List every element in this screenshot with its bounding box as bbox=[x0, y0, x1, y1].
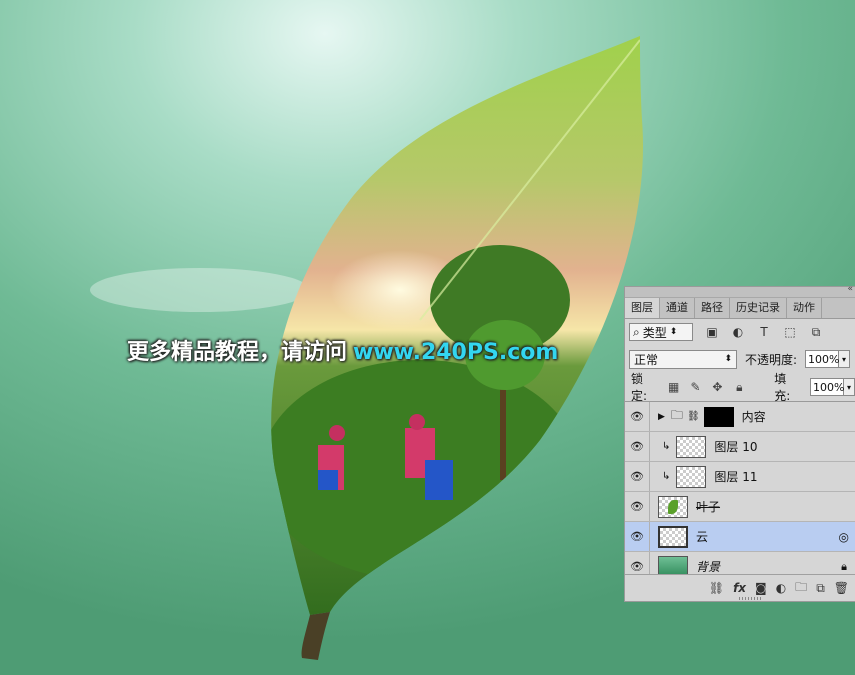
filter-row: ⌕ 类型 ⬍ ▣ ◐ T ⬚ ⧉ bbox=[625, 319, 855, 345]
layer-row-clipped[interactable]: 👁︎ ↳ 图层 11 bbox=[625, 462, 855, 492]
collapse-icon[interactable]: « bbox=[847, 284, 853, 294]
visibility-eye-icon[interactable]: 👁︎ bbox=[625, 470, 649, 483]
link-icon: ⛓ bbox=[686, 411, 700, 422]
visibility-eye-icon[interactable]: 👁︎ bbox=[625, 500, 649, 513]
link-layers-icon[interactable]: ⛓ bbox=[709, 581, 724, 595]
layer-name: 背景 bbox=[696, 560, 721, 574]
lock-row: 锁定: ▦ ✎ ✥ 🔒︎ 填充: 100% ▾ bbox=[625, 372, 855, 403]
new-group-icon[interactable]: 🗀 bbox=[795, 578, 807, 599]
image-filter-icon[interactable]: ▣ bbox=[705, 325, 719, 339]
tab-actions[interactable]: 动作 bbox=[787, 298, 822, 318]
resize-grip[interactable] bbox=[739, 597, 761, 600]
tab-layers[interactable]: 图层 bbox=[625, 298, 660, 318]
layer-row-group[interactable]: 👁︎ ▶ 🗀 ⛓ 内容 bbox=[625, 402, 855, 432]
layer-name: 云 bbox=[696, 530, 709, 544]
type-filter-icon[interactable]: T bbox=[757, 325, 771, 339]
folder-icon: 🗀 bbox=[670, 408, 683, 422]
tab-history[interactable]: 历史记录 bbox=[730, 298, 787, 318]
blend-row: 正常 ⬍ 不透明度: 100% ▾ bbox=[625, 345, 855, 373]
smart-object-badge-icon: ◎ bbox=[838, 529, 849, 544]
opacity-dropdown-icon[interactable]: ▾ bbox=[839, 350, 851, 368]
layers-panel: « 图层 通道 路径 历史记录 动作 ⌕ 类型 ⬍ ▣ ◐ T ⬚ ⧉ 正常 ⬍… bbox=[624, 284, 855, 602]
filter-type-select[interactable]: ⌕ 类型 ⬍ bbox=[629, 323, 693, 341]
lock-position-icon[interactable]: ✥ bbox=[710, 380, 724, 394]
layer-name: 图层 11 bbox=[714, 470, 758, 484]
leaf-thumbnail-icon bbox=[668, 499, 678, 514]
clipping-arrow-icon: ↳ bbox=[662, 471, 671, 482]
add-mask-icon[interactable]: ◙ bbox=[755, 581, 767, 595]
visibility-eye-icon[interactable]: 👁︎ bbox=[625, 560, 649, 573]
layer-row-selected[interactable]: 👁︎ 云 ◎ bbox=[625, 522, 855, 552]
panel-titlebar[interactable]: « bbox=[625, 284, 855, 298]
fill-dropdown-icon[interactable]: ▾ bbox=[843, 378, 855, 396]
layer-thumbnail[interactable] bbox=[658, 495, 688, 518]
blend-mode-value: 正常 bbox=[634, 352, 659, 367]
opacity-input[interactable]: 100% bbox=[805, 350, 840, 368]
adjustment-layer-icon[interactable]: ◐ bbox=[776, 581, 786, 595]
lock-transparent-icon[interactable]: ▦ bbox=[667, 380, 681, 394]
layer-row-clipped[interactable]: 👁︎ ↳ 图层 10 bbox=[625, 432, 855, 462]
expand-arrow-icon[interactable]: ▶ bbox=[658, 412, 665, 422]
watermark-url: www.240PS.com bbox=[353, 340, 559, 365]
fill-input[interactable]: 100% bbox=[809, 378, 844, 396]
layer-list: 👁︎ ▶ 🗀 ⛓ 内容 👁︎ ↳ 图层 10 👁︎ ↳ 图层 11 👁︎ 叶子 bbox=[625, 402, 855, 582]
lock-icon: 🔒︎ bbox=[841, 559, 847, 573]
tab-channels[interactable]: 通道 bbox=[660, 298, 695, 318]
lock-all-icon[interactable]: 🔒︎ bbox=[732, 380, 746, 395]
layer-thumbnail[interactable] bbox=[676, 465, 707, 488]
blend-mode-select[interactable]: 正常 ⬍ bbox=[629, 349, 737, 369]
shape-filter-icon[interactable]: ⬚ bbox=[783, 325, 797, 339]
panel-footer: ⛓ fx ◙ ◐ 🗀 ⧉ 🗑︎ bbox=[625, 574, 855, 601]
search-icon: ⌕ bbox=[633, 324, 640, 339]
lock-label: 锁定: bbox=[631, 372, 648, 403]
watermark-text: 更多精品教程，请访问 bbox=[127, 340, 348, 365]
new-layer-icon[interactable]: ⧉ bbox=[816, 581, 825, 596]
group-mask-thumbnail[interactable] bbox=[703, 406, 734, 427]
layer-row-smart[interactable]: 👁︎ 叶子 bbox=[625, 492, 855, 522]
panel-tabs: 图层 通道 路径 历史记录 动作 bbox=[625, 298, 855, 319]
layer-name: 内容 bbox=[741, 410, 766, 424]
trash-icon[interactable]: 🗑︎ bbox=[834, 581, 849, 595]
fill-label: 填充: bbox=[774, 372, 791, 403]
layer-name: 图层 10 bbox=[714, 440, 758, 454]
visibility-eye-icon[interactable]: 👁︎ bbox=[625, 410, 649, 423]
watermark: 更多精品教程，请访问 www.240PS.com bbox=[127, 334, 558, 366]
tab-paths[interactable]: 路径 bbox=[695, 298, 730, 318]
lock-pixels-icon[interactable]: ✎ bbox=[689, 380, 703, 394]
layer-thumbnail[interactable] bbox=[676, 435, 707, 458]
clipping-arrow-icon: ↳ bbox=[662, 441, 671, 452]
layer-name: 叶子 bbox=[696, 500, 721, 514]
chevron-updown-icon: ⬍ bbox=[724, 354, 732, 364]
visibility-eye-icon[interactable]: 👁︎ bbox=[625, 530, 649, 543]
visibility-eye-icon[interactable]: 👁︎ bbox=[625, 440, 649, 453]
smart-object-filter-icon[interactable]: ⧉ bbox=[809, 325, 823, 339]
adjustment-filter-icon[interactable]: ◐ bbox=[731, 325, 745, 339]
chevron-down-icon: ⬍ bbox=[669, 327, 678, 337]
opacity-label: 不透明度: bbox=[745, 352, 798, 367]
layer-thumbnail[interactable] bbox=[658, 525, 688, 548]
filter-label: 类型 bbox=[642, 325, 667, 340]
fx-icon[interactable]: fx bbox=[733, 581, 746, 595]
